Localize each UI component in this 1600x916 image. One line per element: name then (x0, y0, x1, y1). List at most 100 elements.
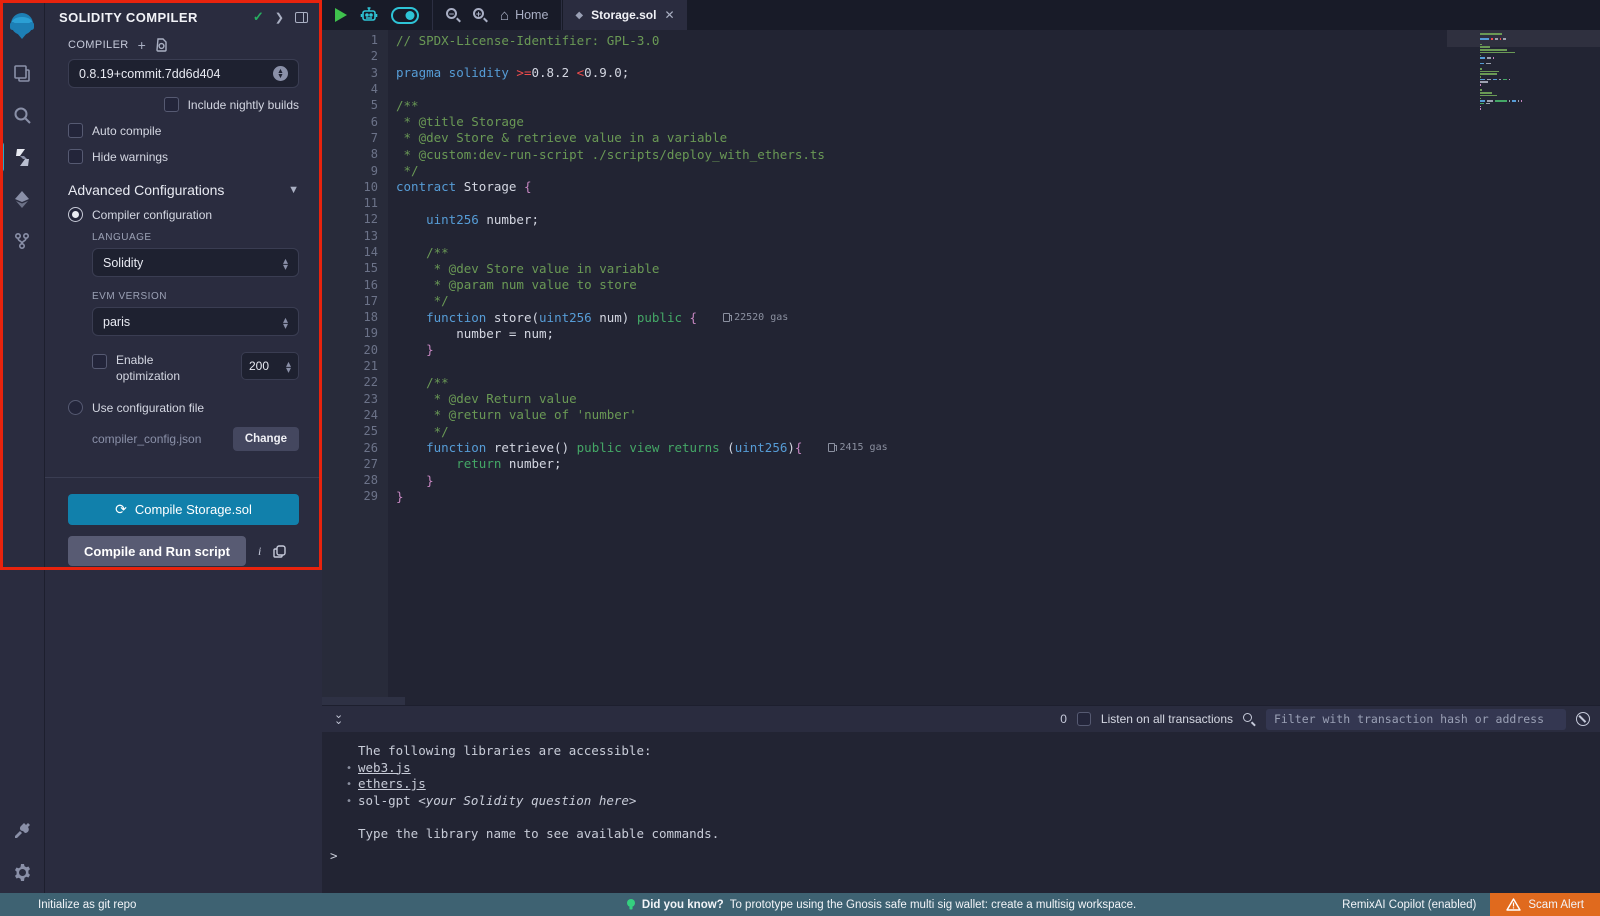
file-explorer-icon[interactable] (0, 52, 45, 94)
evm-version-value: paris (103, 315, 283, 329)
use-configuration-file-radio[interactable] (68, 400, 83, 415)
code-line[interactable]: 10contract Storage { (322, 179, 1600, 195)
code-line[interactable]: 22 /** (322, 374, 1600, 390)
load-compiler-file-icon[interactable] (155, 38, 168, 52)
code-editor[interactable]: 1// SPDX-License-Identifier: GPL-3.023pr… (322, 30, 1600, 705)
include-nightly-checkbox-row[interactable]: Include nightly builds (68, 97, 299, 112)
code-line[interactable]: 17 */ (322, 293, 1600, 309)
code-line[interactable]: 27 return number; (322, 456, 1600, 472)
code-line[interactable]: 2 (322, 48, 1600, 64)
editor-minimap[interactable] (1447, 30, 1600, 150)
change-config-button[interactable]: Change (233, 427, 299, 451)
tab-close-icon[interactable]: ✕ (664, 8, 674, 22)
code-line[interactable]: 7 * @dev Store & retrieve value in a var… (322, 130, 1600, 146)
hide-warnings-checkbox-row[interactable]: Hide warnings (68, 149, 299, 164)
code-line[interactable]: 19 number = num; (322, 325, 1600, 341)
compile-button[interactable]: ⟳ Compile Storage.sol (68, 494, 299, 525)
advanced-configurations-toggle[interactable]: Advanced Configurations ▼ (68, 182, 299, 198)
listen-all-transactions-checkbox[interactable] (1077, 712, 1091, 726)
line-number: 21 (322, 359, 378, 373)
home-tab-button[interactable]: ⌂ Home (500, 7, 548, 24)
code-line[interactable]: 8 * @custom:dev-run-script ./scripts/dep… (322, 146, 1600, 162)
terminal-library-list: web3.jsethers.jssol-gpt <your Solidity q… (346, 760, 1600, 810)
code-line[interactable]: 28 } (322, 472, 1600, 488)
code-line[interactable]: 9 */ (322, 162, 1600, 178)
code-line[interactable]: 24 * @return value of 'number' (322, 407, 1600, 423)
line-number: 29 (322, 489, 378, 503)
code-line[interactable]: 15 * @dev Store value in variable (322, 260, 1600, 276)
copilot-toggle-switch[interactable] (391, 7, 419, 24)
copy-icon[interactable] (273, 545, 286, 558)
scam-alert-button[interactable]: Scam Alert (1490, 893, 1600, 916)
remix-logo-icon[interactable] (0, 0, 45, 52)
run-script-play-button[interactable] (335, 8, 347, 22)
horizontal-scrollbar-thumb[interactable] (322, 697, 405, 705)
git-icon[interactable] (0, 220, 45, 262)
clear-terminal-icon[interactable] (1576, 712, 1590, 726)
settings-gear-icon[interactable] (0, 851, 45, 893)
code-line[interactable]: 4 (322, 81, 1600, 97)
code-line[interactable]: 14 /** (322, 244, 1600, 260)
listen-all-transactions-label: Listen on all transactions (1101, 712, 1233, 726)
code-text: * @dev Store & retrieve value in a varia… (378, 130, 727, 145)
runs-stepper-icon[interactable]: ▴▾ (286, 360, 291, 372)
transaction-filter-input[interactable] (1266, 709, 1566, 730)
code-line[interactable]: 6 * @title Storage (322, 113, 1600, 129)
code-line[interactable]: 5/** (322, 97, 1600, 113)
auto-compile-checkbox-row[interactable]: Auto compile (68, 123, 299, 138)
code-line[interactable]: 1// SPDX-License-Identifier: GPL-3.0 (322, 32, 1600, 48)
terminal-library-link[interactable]: ethers.js (358, 776, 426, 791)
init-git-repo-button[interactable]: Initialize as git repo (0, 899, 420, 911)
copilot-status[interactable]: RemixAI Copilot (enabled) (1342, 899, 1490, 911)
enable-optimization-checkbox[interactable] (92, 354, 107, 369)
code-line[interactable]: 20 } (322, 342, 1600, 358)
split-view-icon[interactable] (295, 12, 308, 23)
code-line[interactable]: 12 uint256 number; (322, 211, 1600, 227)
solidity-compiler-icon[interactable] (0, 136, 45, 178)
terminal-panel: ⌄⌄ 0 Listen on all transactions The foll… (322, 705, 1600, 893)
terminal-library-link[interactable]: web3.js (358, 760, 411, 775)
include-nightly-checkbox[interactable] (164, 97, 179, 112)
language-select[interactable]: Solidity ▴▾ (92, 248, 299, 277)
search-sidebar-icon[interactable] (0, 94, 45, 136)
code-text: * @dev Store value in variable (378, 261, 659, 276)
terminal-library-item[interactable]: ethers.js (346, 776, 1600, 793)
transaction-count: 0 (1060, 712, 1067, 726)
compiler-configuration-radio[interactable] (68, 207, 83, 222)
evm-version-select[interactable]: paris ▴▾ (92, 307, 299, 336)
deploy-and-run-icon[interactable] (0, 178, 45, 220)
terminal-output: The following libraries are accessible: … (322, 732, 1600, 842)
code-line[interactable]: 26 function retrieve() public view retur… (322, 439, 1600, 455)
code-line[interactable]: 25 */ (322, 423, 1600, 439)
storage-sol-tab[interactable]: ◆ Storage.sol ✕ (563, 0, 686, 30)
compiler-configuration-radio-row[interactable]: Compiler configuration (68, 207, 299, 222)
terminal-prompt[interactable]: > (330, 848, 338, 863)
auto-compile-checkbox[interactable] (68, 123, 83, 138)
chevron-right-icon[interactable]: ❯ (275, 11, 284, 24)
code-line[interactable]: 13 (322, 228, 1600, 244)
terminal-collapse-icon[interactable]: ⌄⌄ (334, 713, 343, 725)
zoom-out-icon[interactable]: − (446, 8, 461, 23)
code-line[interactable]: 18 function store(uint256 num) public {2… (322, 309, 1600, 325)
ai-copilot-robot-icon[interactable] (359, 5, 379, 25)
use-configuration-file-radio-row[interactable]: Use configuration file (68, 400, 299, 415)
code-line[interactable]: 21 (322, 358, 1600, 374)
info-icon[interactable]: i (258, 544, 261, 559)
hide-warnings-label: Hide warnings (92, 150, 168, 164)
code-line[interactable]: 29} (322, 488, 1600, 504)
plugin-manager-icon[interactable] (0, 809, 45, 851)
compile-and-run-button[interactable]: Compile and Run script (68, 536, 246, 566)
code-line[interactable]: 3pragma solidity >=0.8.2 <0.9.0; (322, 65, 1600, 81)
line-number: 1 (322, 33, 378, 47)
terminal-library-item[interactable]: web3.js (346, 760, 1600, 777)
optimization-runs-input[interactable]: 200 ▴▾ (241, 352, 299, 380)
minimap-slider[interactable] (1447, 30, 1600, 47)
home-icon: ⌂ (500, 7, 509, 24)
hide-warnings-checkbox[interactable] (68, 149, 83, 164)
code-line[interactable]: 16 * @param num value to store (322, 276, 1600, 292)
code-line[interactable]: 11 (322, 195, 1600, 211)
compiler-version-select[interactable]: 0.8.19+commit.7dd6d404 ▲▼ (68, 59, 299, 88)
zoom-in-icon[interactable]: + (473, 8, 488, 23)
add-compiler-icon[interactable]: + (138, 37, 147, 53)
code-line[interactable]: 23 * @dev Return value (322, 391, 1600, 407)
